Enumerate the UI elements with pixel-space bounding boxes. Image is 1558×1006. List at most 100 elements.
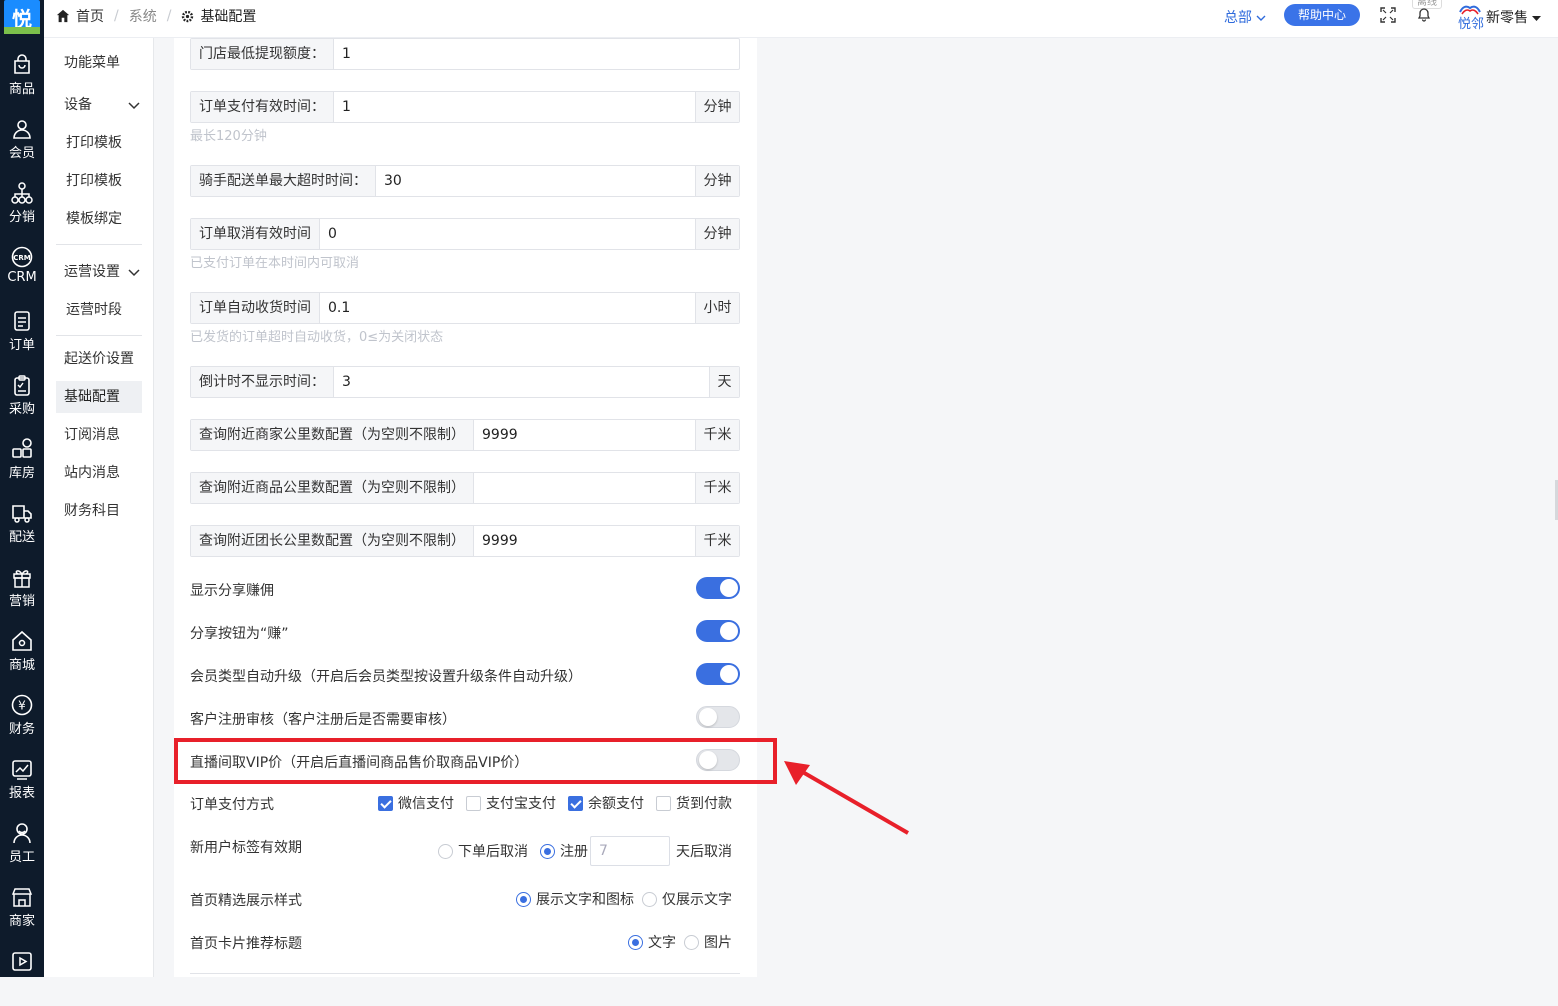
bell-icon[interactable] bbox=[1416, 6, 1432, 22]
new-user-tag-suffix: 天后取消 bbox=[676, 844, 732, 860]
rider-timeout-unit: 分钟 bbox=[695, 166, 739, 196]
subnav-finance-subject[interactable]: 财务科目 bbox=[56, 495, 142, 527]
branch-select[interactable]: 总部 bbox=[1224, 7, 1266, 27]
pay-valid-input[interactable]: 1 bbox=[334, 92, 695, 122]
auto-receive-unit: 小时 bbox=[695, 293, 739, 323]
rail-staff[interactable]: 员工 bbox=[0, 822, 44, 878]
subnav-site-msg[interactable]: 站内消息 bbox=[56, 457, 142, 489]
crm-icon: CRM bbox=[11, 246, 33, 268]
live-vip-price-row: 直播间取VIP价（开启后直播间商品售价取商品VIP价） bbox=[190, 749, 740, 773]
brand-logo-text: 悦邻 bbox=[1458, 17, 1484, 30]
pay-methods-label: 订单支付方式 bbox=[190, 797, 274, 813]
rail-warehouse[interactable]: 库房 bbox=[0, 438, 44, 494]
rail-order[interactable]: 订单 bbox=[0, 310, 44, 366]
nearby-leader-input[interactable]: 9999 bbox=[474, 526, 695, 556]
countdown-hide-input[interactable]: 3 bbox=[334, 367, 709, 397]
config-panel: 门店最低提现额度： 1 订单支付有效时间： 1 分钟 最长120分钟 骑手配送单… bbox=[174, 38, 757, 977]
new-user-tag-register-label: 注册 bbox=[560, 844, 588, 860]
grid-icon bbox=[12, 438, 32, 458]
subnav-device[interactable]: 设备 bbox=[56, 89, 142, 121]
cancel-valid-input[interactable]: 0 bbox=[320, 219, 695, 249]
rail-purchase[interactable]: 采购 bbox=[0, 374, 44, 430]
rail-report[interactable]: 报表 bbox=[0, 758, 44, 814]
pay-cod-checkbox[interactable]: 货到付款 bbox=[656, 793, 732, 813]
featured-text-icon-radio[interactable]: 展示文字和图标 bbox=[516, 889, 634, 909]
rail-distribution[interactable]: 分销 bbox=[0, 182, 44, 238]
min-withdraw-input[interactable]: 1 bbox=[334, 39, 739, 69]
pay-valid-hint: 最长120分钟 bbox=[190, 129, 267, 144]
user-menu[interactable]: 新零售 bbox=[1486, 7, 1542, 27]
rail-delivery[interactable]: 配送 bbox=[0, 502, 44, 558]
rail-marketing[interactable]: 营销 bbox=[0, 566, 44, 622]
subnav-print-template-2[interactable]: 打印模板 bbox=[56, 165, 142, 197]
fullscreen-icon[interactable] bbox=[1380, 7, 1396, 23]
rail-warehouse-label: 库房 bbox=[8, 466, 35, 481]
rail-goods-label: 商品 bbox=[8, 82, 35, 97]
member-auto-upgrade-toggle[interactable] bbox=[696, 663, 740, 685]
rail-report-label: 报表 bbox=[8, 786, 35, 801]
card-title-image-radio[interactable]: 图片 bbox=[684, 932, 732, 952]
home-icon bbox=[12, 630, 32, 651]
subnav-ops-period[interactable]: 运营时段 bbox=[56, 294, 142, 326]
rail-mall[interactable]: 商城 bbox=[0, 630, 44, 686]
customer-review-toggle[interactable] bbox=[696, 706, 740, 728]
rider-timeout-field: 骑手配送单最大超时时间： 30 分钟 bbox=[190, 165, 740, 197]
breadcrumb-system[interactable]: 系统 bbox=[129, 6, 157, 26]
pay-methods-options: 微信支付 支付宝支付 余额支付 货到付款 bbox=[370, 791, 732, 815]
subnav-basic-config[interactable]: 基础配置 bbox=[56, 381, 142, 413]
nearby-merchant-input[interactable]: 9999 bbox=[474, 420, 695, 450]
pay-wechat-checkbox[interactable]: 微信支付 bbox=[378, 793, 454, 813]
share-btn-earn-row: 分享按钮为“赚” bbox=[190, 620, 740, 644]
rail-finance[interactable]: ¥ 财务 bbox=[0, 694, 44, 750]
rail-purchase-label: 采购 bbox=[8, 402, 35, 417]
rail-video[interactable] bbox=[0, 950, 44, 1006]
chevron-down-icon bbox=[1256, 15, 1266, 21]
auto-receive-input[interactable]: 0.1 bbox=[320, 293, 695, 323]
subnav-ops-settings[interactable]: 运营设置 bbox=[56, 256, 142, 288]
card-title-text-radio[interactable]: 文字 bbox=[628, 932, 676, 952]
subnav-ops-settings-label: 运营设置 bbox=[64, 264, 120, 280]
org-tree-icon bbox=[11, 182, 33, 204]
featured-text-only-radio[interactable]: 仅展示文字 bbox=[642, 889, 732, 909]
live-vip-price-toggle[interactable] bbox=[696, 749, 740, 771]
rider-timeout-input[interactable]: 30 bbox=[376, 166, 695, 196]
play-icon bbox=[12, 952, 32, 971]
subnav-min-delivery[interactable]: 起送价设置 bbox=[56, 343, 142, 375]
pay-valid-unit: 分钟 bbox=[695, 92, 739, 122]
card-title-image-label: 图片 bbox=[704, 935, 732, 951]
min-withdraw-label: 门店最低提现额度： bbox=[191, 39, 334, 69]
subnav-print-template-1[interactable]: 打印模板 bbox=[56, 127, 142, 159]
chart-icon bbox=[12, 760, 32, 780]
show-share-commission-toggle[interactable] bbox=[696, 577, 740, 599]
subnav-subscribe-msg[interactable]: 订阅消息 bbox=[56, 419, 142, 451]
nearby-goods-input[interactable] bbox=[474, 473, 695, 503]
app-logo[interactable]: 悦 bbox=[4, 0, 40, 34]
featured-text-icon-label: 展示文字和图标 bbox=[536, 892, 634, 908]
pay-cod-label: 货到付款 bbox=[676, 796, 732, 812]
new-user-tag-days-input[interactable]: 7 bbox=[590, 836, 670, 866]
subnav-template-bind[interactable]: 模板绑定 bbox=[56, 203, 142, 235]
rail-crm[interactable]: CRM CRM bbox=[0, 246, 44, 302]
rail-goods[interactable]: 商品 bbox=[0, 54, 44, 110]
rail-merchant[interactable]: 商家 bbox=[0, 886, 44, 942]
new-user-tag-options: 下单后取消 注册 7 天后取消 bbox=[430, 836, 732, 866]
countdown-hide-field: 倒计时不显示时间： 3 天 bbox=[190, 366, 740, 398]
share-btn-earn-toggle[interactable] bbox=[696, 620, 740, 642]
new-user-tag-order-cancel-radio[interactable]: 下单后取消 bbox=[438, 841, 528, 861]
svg-text:¥: ¥ bbox=[18, 699, 26, 713]
breadcrumb-home[interactable]: 首页 bbox=[76, 6, 104, 26]
rail-member[interactable]: 会员 bbox=[0, 118, 44, 174]
subnav-func-menu[interactable]: 功能菜单 bbox=[56, 47, 142, 79]
share-btn-earn-label: 分享按钮为“赚” bbox=[190, 626, 289, 642]
rail-mall-label: 商城 bbox=[8, 658, 35, 673]
nearby-leader-label: 查询附近团长公里数配置（为空则不限制） bbox=[191, 526, 474, 556]
member-auto-upgrade-label: 会员类型自动升级（开启后会员类型按设置升级条件自动升级） bbox=[190, 669, 582, 685]
chevron-down-icon bbox=[128, 269, 140, 277]
rail-distribution-label: 分销 bbox=[8, 210, 35, 225]
pay-methods-row: 订单支付方式 微信支付 支付宝支付 余额支付 货到付款 bbox=[190, 791, 740, 815]
pay-balance-checkbox[interactable]: 余额支付 bbox=[568, 793, 644, 813]
home-card-title-row: 首页卡片推荐标题 文字 图片 bbox=[190, 930, 740, 954]
new-user-tag-register-radio[interactable]: 注册 bbox=[540, 841, 588, 861]
pay-alipay-checkbox[interactable]: 支付宝支付 bbox=[466, 793, 556, 813]
help-center-button[interactable]: 帮助中心 bbox=[1284, 4, 1360, 26]
